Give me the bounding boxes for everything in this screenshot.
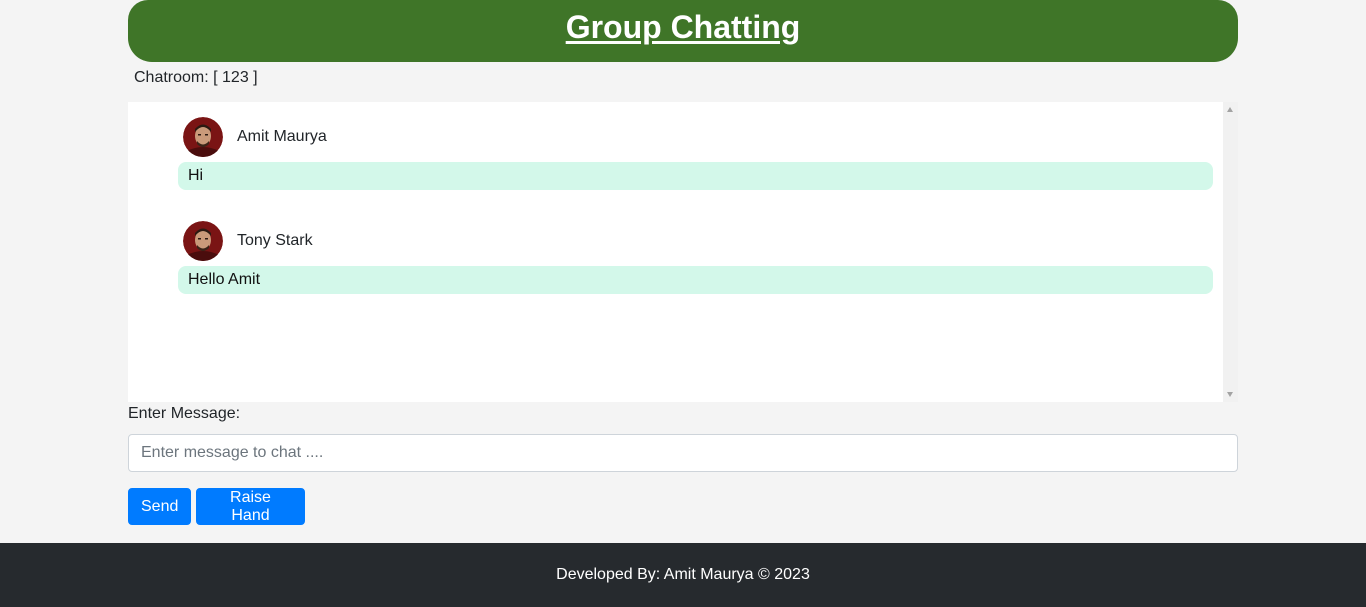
sender-name: Tony Stark	[237, 232, 313, 249]
message-input[interactable]	[128, 434, 1238, 472]
sender-name: Amit Maurya	[237, 128, 327, 145]
chat-message: Tony Stark Hello Amit	[178, 221, 1213, 294]
message-input-label: Enter Message:	[128, 405, 241, 422]
message-header: Amit Maurya	[183, 117, 1213, 157]
chatroom-label: Chatroom: [ 123 ]	[134, 69, 258, 86]
page-footer: Developed By: Amit Maurya © 2023	[0, 543, 1366, 607]
chat-messages-area[interactable]: Amit Maurya Hi Tony Stark Hello Amit	[128, 102, 1238, 402]
message-header: Tony Stark	[183, 221, 1213, 261]
send-button[interactable]: Send	[128, 488, 191, 525]
app-container: Group Chatting Chatroom: [ 123 ] Amit Ma…	[128, 0, 1238, 525]
scroll-down-arrow-icon[interactable]	[1227, 392, 1233, 397]
message-bubble: Hello Amit	[178, 266, 1213, 294]
chat-scrollbar[interactable]	[1223, 102, 1238, 402]
scroll-up-arrow-icon[interactable]	[1227, 107, 1233, 112]
message-bubble: Hi	[178, 162, 1213, 190]
user-avatar-icon	[183, 221, 223, 261]
footer-credit: Developed By: Amit Maurya © 2023	[556, 566, 810, 583]
raise-hand-button[interactable]: Raise Hand	[196, 488, 305, 525]
page-title: Group Chatting	[565, 9, 801, 45]
page-header: Group Chatting	[128, 0, 1238, 62]
chat-message: Amit Maurya Hi	[178, 117, 1213, 190]
user-avatar-icon	[183, 117, 223, 157]
